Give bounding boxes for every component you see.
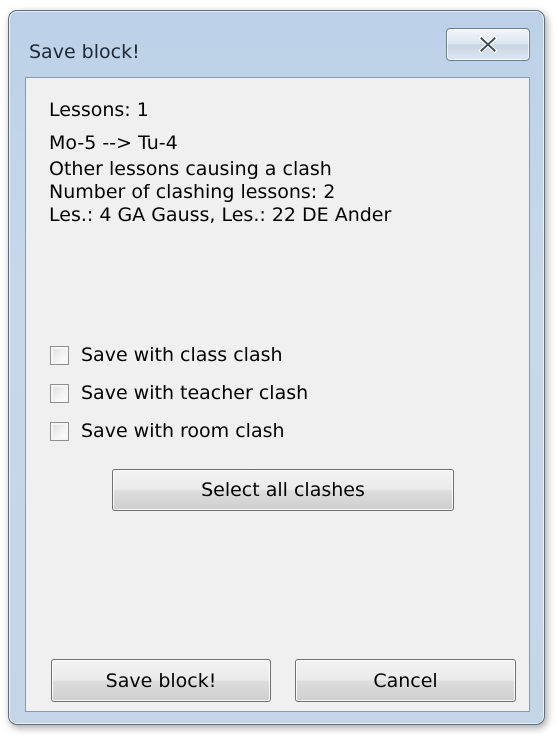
room-clash-label: Save with room clash — [81, 420, 285, 442]
class-clash-label: Save with class clash — [81, 344, 283, 366]
close-icon — [478, 35, 498, 54]
title-bar: Save block! — [9, 11, 544, 75]
move-text: Mo-5 --> Tu-4 — [49, 132, 178, 154]
room-clash-option[interactable]: Save with room clash — [50, 418, 285, 444]
save-block-button[interactable]: Save block! — [51, 659, 271, 702]
teacher-clash-option[interactable]: Save with teacher clash — [50, 380, 308, 406]
room-clash-checkbox[interactable] — [50, 421, 69, 441]
cancel-button[interactable]: Cancel — [295, 659, 516, 702]
lessons-count-text: Lessons: 1 — [49, 99, 149, 121]
clash-list-text: Les.: 4 GA Gauss, Les.: 22 DE Ander — [49, 204, 392, 226]
window-title: Save block! — [29, 41, 140, 63]
class-clash-checkbox[interactable] — [50, 345, 69, 365]
save-block-dialog: Save block! Lessons: 1 Mo-5 --> Tu-4 Oth… — [8, 10, 545, 725]
close-button[interactable] — [446, 28, 530, 61]
teacher-clash-checkbox[interactable] — [50, 383, 69, 403]
class-clash-option[interactable]: Save with class clash — [50, 342, 283, 368]
dialog-content: Lessons: 1 Mo-5 --> Tu-4 Other lessons c… — [25, 77, 530, 712]
clash-heading-text: Other lessons causing a clash — [49, 158, 332, 180]
teacher-clash-label: Save with teacher clash — [81, 382, 309, 404]
clash-count-text: Number of clashing lessons: 2 — [49, 181, 336, 203]
select-all-clashes-button[interactable]: Select all clashes — [112, 469, 454, 511]
